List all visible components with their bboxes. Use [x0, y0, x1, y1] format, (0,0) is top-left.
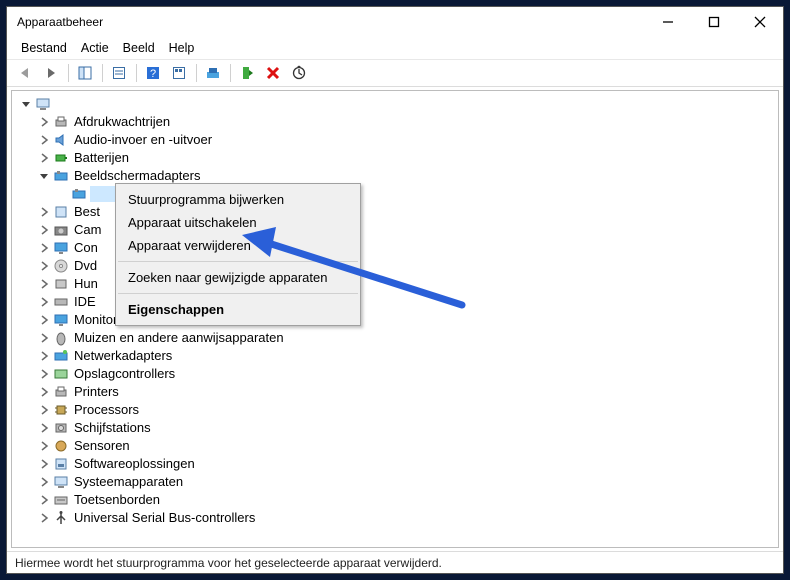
chevron-right-icon[interactable]: [36, 495, 52, 505]
computer-icon: [34, 95, 52, 113]
software-icon: [52, 455, 70, 473]
properties-button[interactable]: [107, 61, 131, 85]
speaker-icon: [52, 131, 70, 149]
tree-item-print-queues[interactable]: Afdrukwachtrijen: [12, 113, 778, 131]
context-separator: [118, 261, 358, 262]
printer-icon: [52, 113, 70, 131]
menu-help[interactable]: Help: [169, 41, 195, 55]
chevron-right-icon[interactable]: [36, 261, 52, 271]
context-properties[interactable]: Eigenschappen: [116, 298, 360, 321]
disk-icon: [52, 419, 70, 437]
hid-icon: [52, 275, 70, 293]
close-button[interactable]: [737, 7, 783, 37]
printer-icon: [52, 383, 70, 401]
svg-text:?: ?: [150, 68, 156, 80]
nav-forward-button[interactable]: [39, 61, 63, 85]
chevron-right-icon[interactable]: [36, 315, 52, 325]
tree-item-keyboards[interactable]: Toetsenborden: [12, 491, 778, 509]
chevron-right-icon[interactable]: [36, 333, 52, 343]
menu-file[interactable]: Bestand: [21, 41, 67, 55]
chevron-right-icon[interactable]: [36, 135, 52, 145]
disc-icon: [52, 257, 70, 275]
window-title: Apparaatbeheer: [17, 15, 103, 29]
tree-item-batteries[interactable]: Batterijen: [12, 149, 778, 167]
tree-item-network[interactable]: Netwerkadapters: [12, 347, 778, 365]
system-icon: [52, 473, 70, 491]
toolbar-divider: [65, 61, 71, 85]
menubar: Bestand Actie Beeld Help: [7, 37, 783, 59]
chevron-right-icon[interactable]: [36, 423, 52, 433]
chevron-right-icon[interactable]: [36, 405, 52, 415]
view-button[interactable]: [167, 61, 191, 85]
help-button[interactable]: ?: [141, 61, 165, 85]
chevron-right-icon[interactable]: [36, 387, 52, 397]
tree-item-disks[interactable]: Schijfstations: [12, 419, 778, 437]
toolbar-divider: [193, 61, 199, 85]
cpu-icon: [52, 401, 70, 419]
chevron-right-icon[interactable]: [36, 369, 52, 379]
tree-item-software[interactable]: Softwareoplossingen: [12, 455, 778, 473]
maximize-button[interactable]: [691, 7, 737, 37]
tree-item-system[interactable]: Systeemapparaten: [12, 473, 778, 491]
tree-root[interactable]: [12, 95, 778, 113]
menu-action[interactable]: Actie: [81, 41, 109, 55]
enable-device-button[interactable]: [235, 61, 259, 85]
camera-icon: [52, 221, 70, 239]
chevron-right-icon[interactable]: [36, 351, 52, 361]
chevron-right-icon[interactable]: [36, 513, 52, 523]
context-update-driver[interactable]: Stuurprogramma bijwerken: [116, 188, 360, 211]
ide-icon: [52, 293, 70, 311]
show-hide-tree-button[interactable]: [73, 61, 97, 85]
generic-icon: [52, 203, 70, 221]
monitor-icon: [52, 311, 70, 329]
chevron-down-icon[interactable]: [18, 99, 34, 109]
toolbar-divider: [227, 61, 233, 85]
usb-icon: [52, 509, 70, 527]
update-driver-button[interactable]: [201, 61, 225, 85]
chevron-right-icon[interactable]: [36, 225, 52, 235]
titlebar: Apparaatbeheer: [7, 7, 783, 37]
display-adapter-icon: [70, 185, 88, 203]
network-icon: [52, 347, 70, 365]
scan-hardware-button[interactable]: [287, 61, 311, 85]
toolbar-divider: [99, 61, 105, 85]
tree-item-usb[interactable]: Universal Serial Bus-controllers: [12, 509, 778, 527]
context-menu: Stuurprogramma bijwerken Apparaat uitsch…: [115, 183, 361, 326]
chevron-right-icon[interactable]: [36, 297, 52, 307]
chevron-right-icon[interactable]: [36, 243, 52, 253]
chevron-right-icon[interactable]: [36, 117, 52, 127]
minimize-button[interactable]: [645, 7, 691, 37]
chevron-right-icon[interactable]: [36, 279, 52, 289]
context-disable-device[interactable]: Apparaat uitschakelen: [116, 211, 360, 234]
chevron-right-icon[interactable]: [36, 207, 52, 217]
tree-item-audio[interactable]: Audio-invoer en -uitvoer: [12, 131, 778, 149]
mouse-icon: [52, 329, 70, 347]
chevron-right-icon[interactable]: [36, 459, 52, 469]
statusbar: Hiermee wordt het stuurprogramma voor he…: [7, 551, 783, 573]
sensor-icon: [52, 437, 70, 455]
context-scan-changes[interactable]: Zoeken naar gewijzigde apparaten: [116, 266, 360, 289]
toolbar: ?: [7, 59, 783, 87]
uninstall-device-button[interactable]: [261, 61, 285, 85]
context-separator: [118, 293, 358, 294]
chevron-right-icon[interactable]: [36, 477, 52, 487]
status-text: Hiermee wordt het stuurprogramma voor he…: [15, 556, 442, 570]
tree-item-processors[interactable]: Processors: [12, 401, 778, 419]
chevron-right-icon[interactable]: [36, 441, 52, 451]
keyboard-icon: [52, 491, 70, 509]
battery-icon: [52, 149, 70, 167]
nav-back-button[interactable]: [13, 61, 37, 85]
toolbar-divider: [133, 61, 139, 85]
chevron-down-icon[interactable]: [36, 171, 52, 181]
monitor-icon: [52, 239, 70, 257]
tree-item-printers[interactable]: Printers: [12, 383, 778, 401]
tree-item-mice[interactable]: Muizen en andere aanwijsapparaten: [12, 329, 778, 347]
tree-item-storage[interactable]: Opslagcontrollers: [12, 365, 778, 383]
tree-item-sensors[interactable]: Sensoren: [12, 437, 778, 455]
menu-view[interactable]: Beeld: [123, 41, 155, 55]
context-remove-device[interactable]: Apparaat verwijderen: [116, 234, 360, 257]
storage-icon: [52, 365, 70, 383]
chevron-right-icon[interactable]: [36, 153, 52, 163]
display-adapter-icon: [52, 167, 70, 185]
